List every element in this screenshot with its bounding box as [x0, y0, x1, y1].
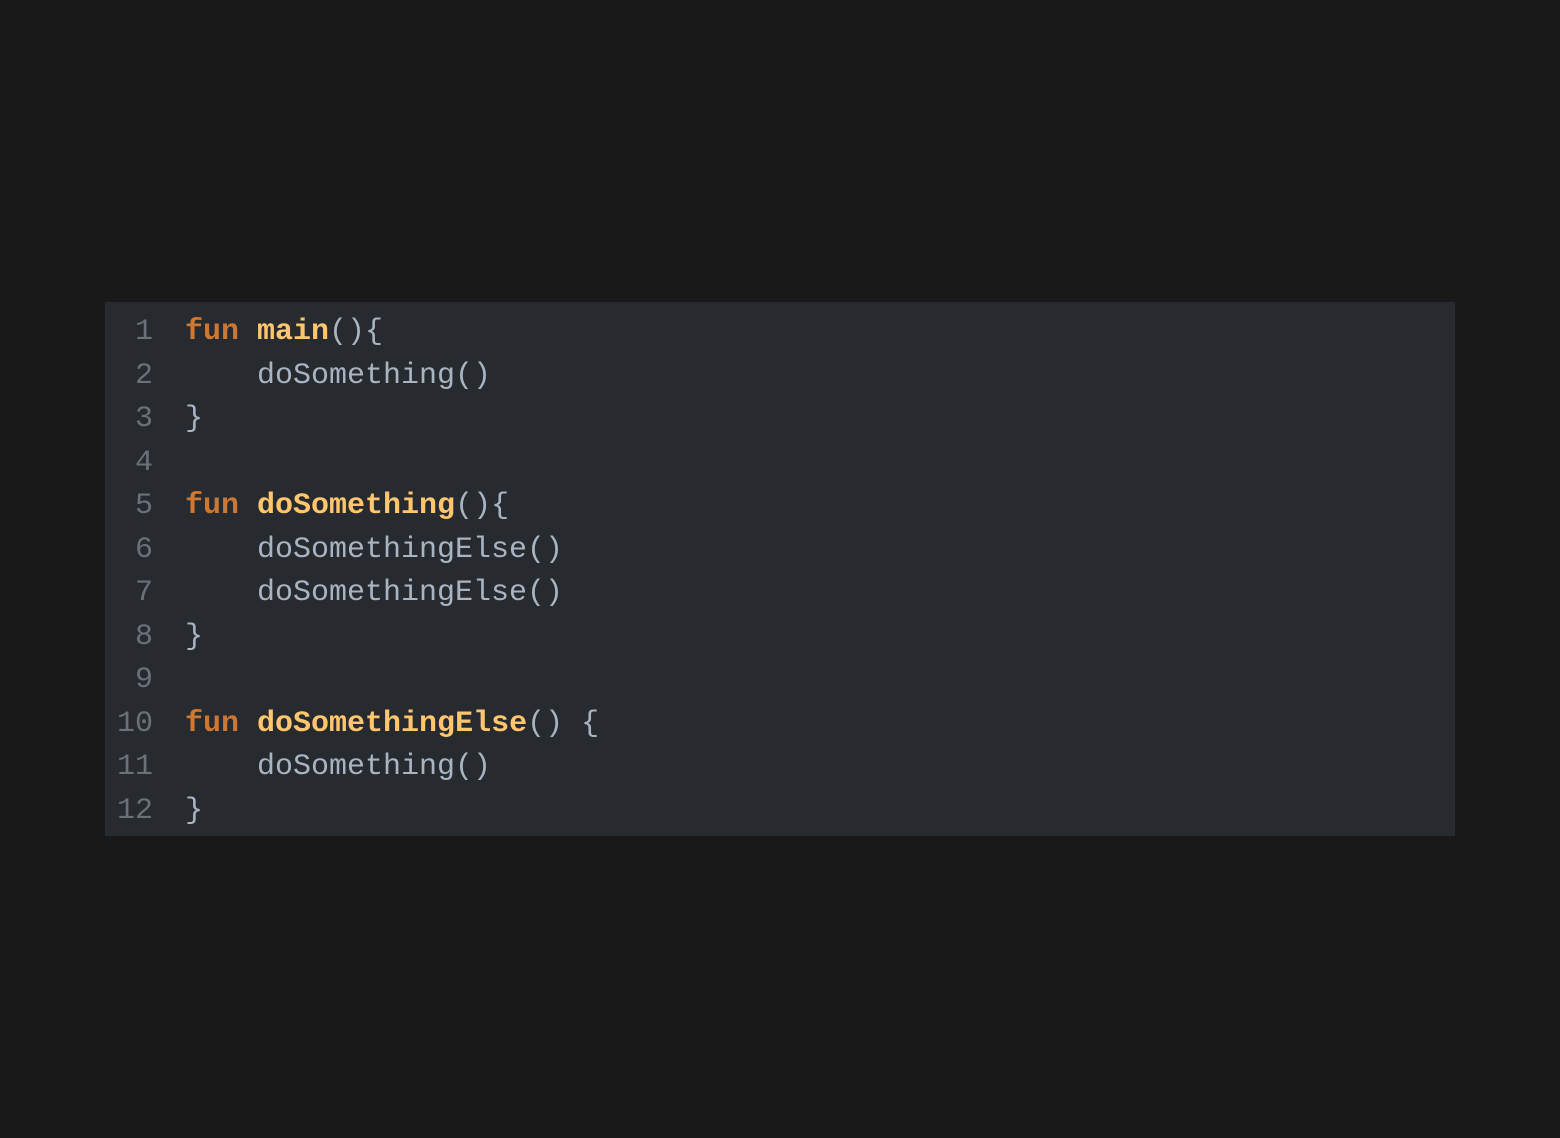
keyword-token: fun [185, 315, 240, 349]
page-background: 1 fun main(){2 doSomething() 3} 4 5 fun doSom… [0, 0, 1560, 1138]
line-number: 3 [134, 402, 153, 436]
line-number: 4 [134, 445, 153, 480]
line-number: 8 [134, 619, 153, 654]
line-number: 1 [134, 315, 153, 349]
line-number: 2 [134, 358, 153, 393]
line-number: 12 [116, 793, 153, 828]
plain-token: } [185, 402, 204, 436]
code-line: 7 doSomethingElse() [105, 572, 1455, 616]
code-text: } [185, 790, 203, 834]
line-number: 5 [134, 489, 153, 523]
code-line: 8} [105, 616, 1455, 660]
code-text: doSomething() [185, 746, 491, 790]
code-text: } [185, 616, 203, 660]
plain-token: (){ [329, 315, 384, 349]
plain-token: doSomething() [185, 358, 492, 393]
code-text: doSomethingElse() [185, 529, 563, 573]
code-text: fun doSomethingElse() { [185, 703, 599, 747]
code-line: 6 doSomethingElse() [105, 529, 1455, 573]
code-text: fun main(){ [185, 311, 383, 355]
line-number: 6 [134, 532, 153, 567]
plain-token: doSomethingElse() [185, 576, 564, 610]
plain-token: (){ [455, 489, 510, 523]
code-block[interactable]: 1 fun main(){2 doSomething() 3} 4 5 fun doSom… [105, 302, 1455, 836]
line-number: 11 [116, 750, 153, 784]
function-name-token: doSomething [257, 489, 456, 523]
code-line: 1 fun main(){ [105, 311, 1455, 355]
code-line: 3} [105, 398, 1455, 442]
code-line: 9 [105, 659, 1455, 703]
code-line: 12} [105, 790, 1455, 834]
code-line: 5 fun doSomething(){ [105, 485, 1455, 529]
keyword-token: fun [185, 489, 240, 523]
code-text: fun doSomething(){ [185, 485, 509, 529]
code-line: 10 fun doSomethingElse() { [105, 703, 1455, 747]
function-name-token: doSomethingElse [257, 706, 528, 741]
keyword-token: fun [185, 706, 240, 741]
line-number: 9 [134, 663, 153, 697]
plain-token: doSomethingElse() [185, 532, 564, 567]
plain-token: } [185, 619, 204, 654]
function-name-token: main [257, 315, 330, 349]
code-line: 11 doSomething() [105, 746, 1455, 790]
code-text: } [185, 398, 203, 442]
line-number: 10 [116, 706, 153, 741]
code-text: doSomethingElse() [185, 572, 563, 616]
line-number: 7 [134, 576, 153, 610]
code-line: 2 doSomething() [105, 355, 1455, 399]
plain-token: () { [527, 706, 600, 741]
plain-token: doSomething() [185, 750, 492, 784]
code-text: doSomething() [185, 355, 491, 399]
plain-token: } [185, 793, 204, 828]
code-line: 4 [105, 442, 1455, 486]
